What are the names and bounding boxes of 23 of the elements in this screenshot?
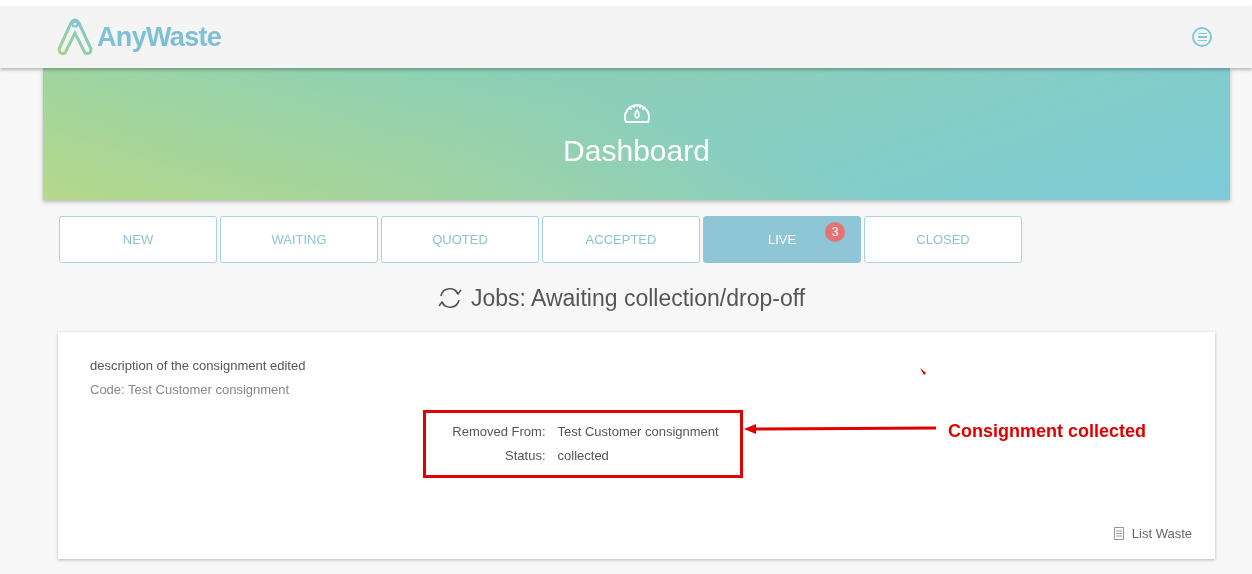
section-title: Jobs: Awaiting collection/drop-off: [470, 284, 806, 313]
detail-label: Status:: [504, 447, 546, 465]
annotation-mark: [920, 367, 926, 375]
menu-icon[interactable]: [1192, 27, 1212, 47]
status-tab[interactable]: QUOTED: [381, 216, 539, 263]
logo-icon: [57, 17, 93, 57]
status-tab[interactable]: NEW: [59, 216, 217, 263]
detail-value: collected: [557, 447, 610, 465]
annotation-label: Consignment collected: [948, 419, 1147, 443]
status-tab[interactable]: LIVE 3: [703, 216, 861, 263]
status-tab[interactable]: WAITING: [220, 216, 378, 263]
detail-label: Removed From:: [451, 422, 546, 441]
count-badge: 3: [825, 222, 845, 242]
refresh-icon: [436, 286, 463, 311]
detail-value: Test Customer consignment: [557, 422, 720, 441]
job-description: description of the consignment edited: [90, 356, 306, 375]
list-icon: [1113, 526, 1124, 540]
banner-title: Dashboard: [563, 132, 710, 169]
status-tab[interactable]: ACCEPTED: [542, 216, 700, 263]
job-code: Code: Test Customer consignment: [90, 380, 290, 399]
list-waste-link[interactable]: List Waste: [1113, 523, 1192, 543]
status-tab[interactable]: CLOSED: [864, 216, 1022, 263]
logo-text[interactable]: AnyWaste: [97, 16, 222, 58]
